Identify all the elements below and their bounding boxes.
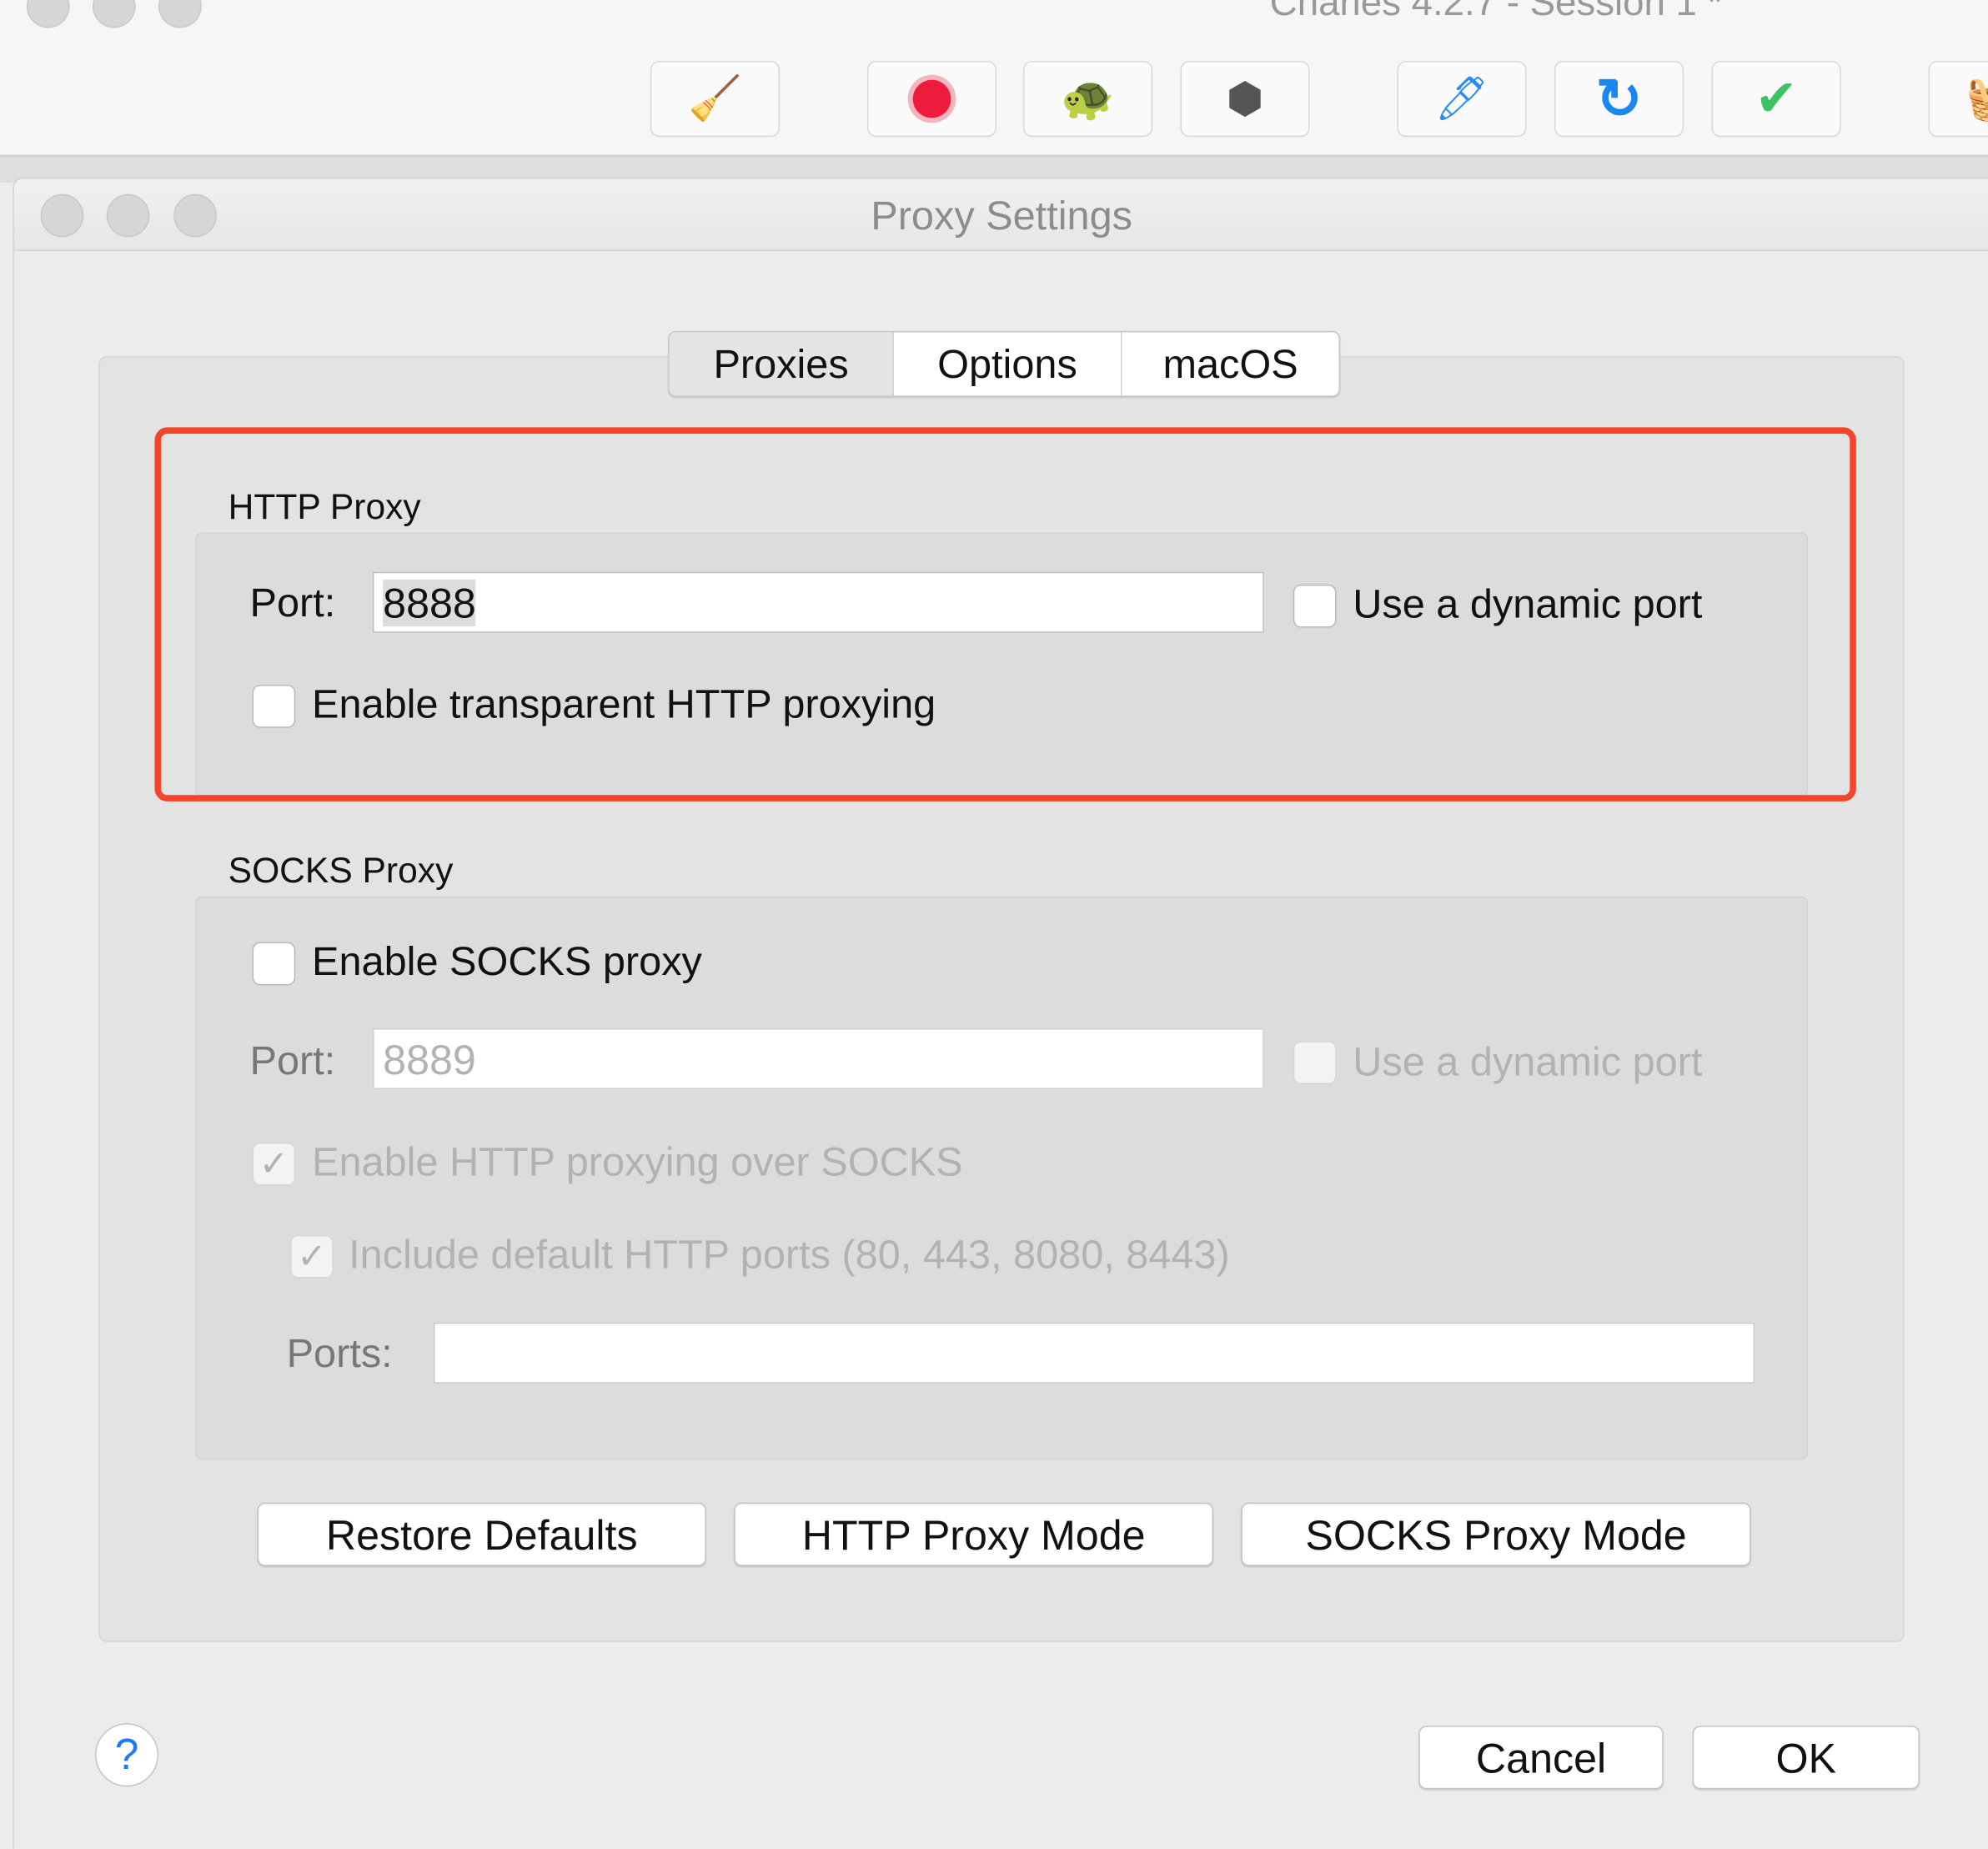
ok-button[interactable]: OK [1692,1726,1920,1790]
breakpoints-button[interactable]: ⬢ [1180,60,1310,138]
enable-socks-label: Enable SOCKS proxy [312,938,702,984]
dialog-title: Proxy Settings [871,193,1132,239]
record-icon [912,79,951,118]
refresh-icon: ↻ [1595,68,1643,130]
broom-icon: 🧹 [688,74,742,123]
validate-button[interactable]: ✔ [1711,60,1841,138]
zoom-window-button[interactable] [158,0,202,28]
http-over-socks-label: Enable HTTP proxying over SOCKS [312,1138,963,1185]
record-button[interactable] [866,60,997,138]
tab-proxies[interactable]: Proxies [669,332,894,396]
dialog-titlebar: Proxy Settings [13,178,1988,252]
basket-icon: 🧺 [1966,73,1988,124]
checkmark-icon: ✓ [297,1236,327,1276]
socks-dynamic-port-label: Use a dynamic port [1353,1038,1703,1084]
close-window-button[interactable] [26,0,70,28]
checkmark-icon: ✔ [1755,71,1798,128]
restore-defaults-button[interactable]: Restore Defaults [257,1502,706,1566]
socks-port-input[interactable]: 8889 [372,1028,1264,1090]
socks-proxy-mode-button[interactable]: SOCKS Proxy Mode [1241,1502,1751,1566]
app-title: Charles 4.2.7 - Session 1 * [1269,0,1723,24]
tab-macos[interactable]: macOS [1122,332,1339,395]
enable-socks-checkbox[interactable] [252,942,296,986]
socks-port-label: Port: [249,1037,336,1083]
compose-button[interactable]: 🖊 [1397,60,1527,138]
socks-dynamic-port-checkbox[interactable] [1293,1041,1337,1084]
highlight-box [154,427,1856,801]
tools-button[interactable]: 🧺 [1928,60,1988,138]
include-default-ports-checkbox[interactable]: ✓ [290,1234,334,1279]
main-window-titlebar: Charles 4.2.7 - Session 1 * 🧹 🐢 ⬢ 🖊 ↻ ✔ … [0,0,1988,158]
turtle-icon: 🐢 [1061,74,1115,123]
throttle-button[interactable]: 🐢 [1022,60,1153,138]
proxy-settings-dialog: Proxy Settings Proxies Options macOS HTT… [13,177,1988,1849]
checkmark-icon: ✓ [259,1143,289,1183]
cancel-button[interactable]: Cancel [1418,1726,1664,1790]
help-button[interactable]: ? [95,1723,159,1787]
tab-bar: Proxies Options macOS [668,330,1341,397]
include-default-ports-label: Include default HTTP ports (80, 443, 808… [349,1231,1230,1278]
minimize-window-button[interactable] [92,0,136,28]
repeat-button[interactable]: ↻ [1554,60,1684,138]
http-proxy-mode-button[interactable]: HTTP Proxy Mode [734,1502,1214,1566]
pen-icon: 🖊 [1434,74,1489,123]
ports-input[interactable] [433,1322,1755,1384]
http-over-socks-checkbox[interactable]: ✓ [252,1142,296,1186]
clear-session-button[interactable]: 🧹 [650,60,781,138]
stop-icon: ⬢ [1226,74,1264,123]
tab-options[interactable]: Options [894,332,1122,396]
socks-proxy-title: SOCKS Proxy [228,851,454,891]
ports-label: Ports: [286,1329,393,1376]
